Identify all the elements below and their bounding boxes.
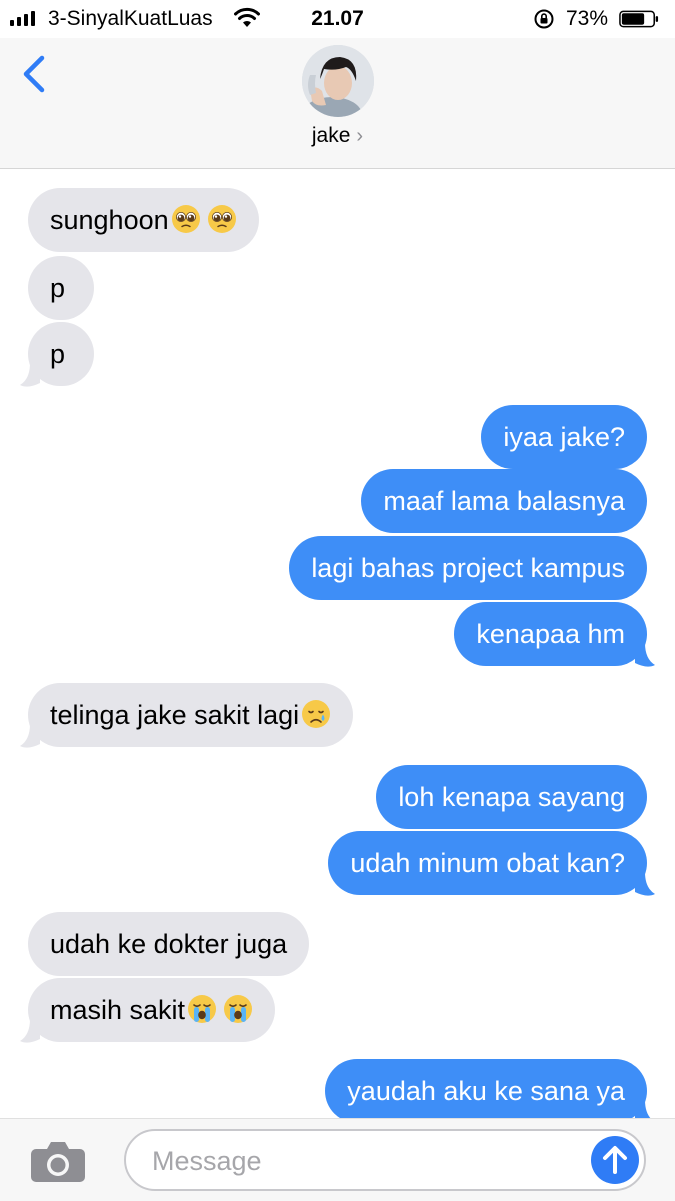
message-text: udah minum obat kan? xyxy=(350,848,625,878)
outgoing-message[interactable]: loh kenapa sayang xyxy=(376,765,647,829)
incoming-message[interactable]: udah ke dokter juga xyxy=(28,912,310,976)
message-text: p xyxy=(50,339,66,369)
rotation-lock-icon xyxy=(534,9,554,29)
message-text: sunghoon xyxy=(50,205,169,235)
loudly-crying-face-emoji-icon xyxy=(188,995,217,1023)
message-text: loh kenapa sayang xyxy=(398,782,625,812)
bubble-tail xyxy=(635,643,655,667)
bubble-tail xyxy=(20,363,40,387)
send-button[interactable] xyxy=(591,1136,639,1184)
message-text: yaudah aku ke sana ya xyxy=(347,1076,625,1106)
conversation-header: jake › xyxy=(0,38,675,169)
contact-avatar[interactable] xyxy=(302,45,374,117)
battery-icon xyxy=(619,10,659,28)
message-text: masih sakit xyxy=(50,995,186,1025)
bubble-tail xyxy=(635,1100,652,1119)
incoming-message[interactable]: p xyxy=(28,256,94,320)
chevron-right-icon: › xyxy=(356,125,364,147)
crying-face-emoji-icon xyxy=(302,700,331,728)
message-input[interactable] xyxy=(150,1131,584,1191)
outgoing-message[interactable]: lagi bahas project kampus xyxy=(289,536,647,600)
outgoing-message[interactable]: yaudah aku ke sana ya xyxy=(325,1059,647,1119)
message-field[interactable] xyxy=(124,1129,646,1191)
outgoing-message[interactable]: udah minum obat kan? xyxy=(328,831,647,895)
message-text: iyaa jake? xyxy=(503,422,625,452)
contact-name-button[interactable]: jake › xyxy=(0,124,675,148)
incoming-message[interactable]: telinga jake sakit lagi xyxy=(28,683,354,747)
outgoing-message[interactable]: kenapaa hm xyxy=(454,602,647,666)
pleading-face-emoji-icon xyxy=(207,205,236,233)
contact-photo-icon xyxy=(302,45,374,117)
camera-button[interactable] xyxy=(28,1137,88,1185)
incoming-message[interactable]: masih sakit xyxy=(28,978,276,1042)
outgoing-message[interactable]: iyaa jake? xyxy=(481,405,647,469)
outgoing-message[interactable]: maaf lama balasnya xyxy=(361,469,647,533)
status-bar: 3-SinyalKuatLuas 21.07 73% xyxy=(0,0,675,38)
message-input-bar xyxy=(0,1118,675,1201)
bubble-tail xyxy=(20,724,40,748)
message-text: maaf lama balasnya xyxy=(383,486,625,516)
message-text: udah ke dokter juga xyxy=(50,929,288,959)
bubble-tail xyxy=(20,1019,40,1043)
message-text: telinga jake sakit lagi xyxy=(50,700,300,730)
back-button[interactable] xyxy=(18,54,54,94)
loudly-crying-face-emoji-icon xyxy=(224,995,253,1023)
message-list[interactable]: sunghoon p p iyaa jake? maaf lama balasn… xyxy=(0,169,675,1119)
contact-name: jake xyxy=(311,124,351,147)
message-text: kenapaa hm xyxy=(476,619,625,649)
bubble-tail xyxy=(635,872,655,896)
incoming-message[interactable]: sunghoon xyxy=(28,188,259,252)
message-text: p xyxy=(50,273,66,303)
message-text: lagi bahas project kampus xyxy=(311,553,625,583)
pleading-face-emoji-icon xyxy=(171,205,200,233)
battery-percentage: 73% xyxy=(566,7,609,30)
